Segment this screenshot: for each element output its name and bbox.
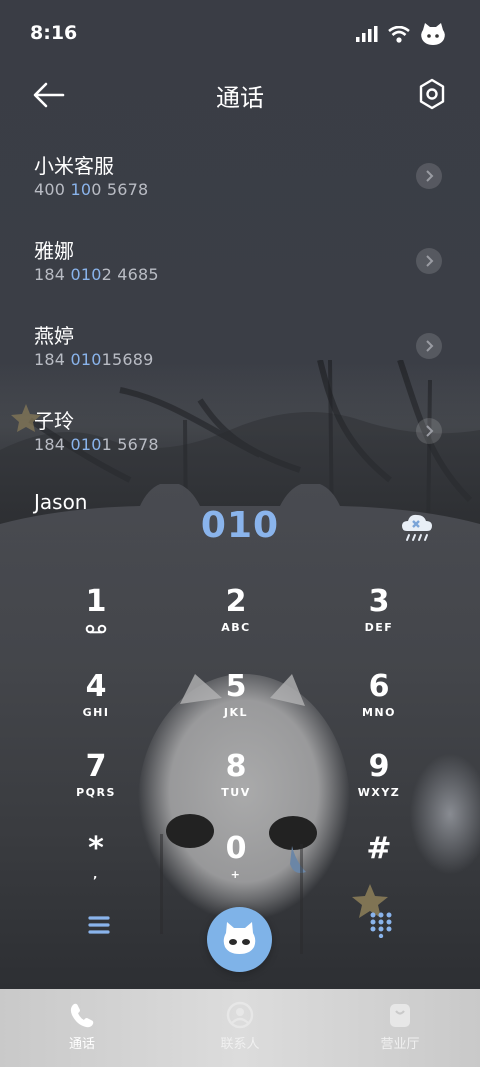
dial-key-star[interactable]: *, [36, 832, 156, 902]
cellular-signal-icon [356, 26, 378, 42]
contact-name: 雅娜 [34, 239, 74, 263]
rain-cloud-icon[interactable] [400, 511, 434, 545]
tab-label: 联系人 [220, 1037, 260, 1052]
status-bar: 8:16 [0, 0, 480, 68]
app-header: 通话 [0, 68, 480, 124]
contact-number: 400 100 5678 [34, 180, 149, 199]
status-time: 8:16 [30, 22, 78, 44]
dial-key-5[interactable]: 5 JKL [176, 670, 296, 740]
menu-icon[interactable] [86, 912, 112, 938]
tab-service-hall[interactable]: 营业厅 [320, 989, 480, 1067]
contact-name: 小米客服 [34, 154, 114, 178]
contact-row[interactable]: 雅娜 184 0102 4685 [0, 217, 480, 302]
phone-screen: 8:16 通话 小米客服 400 100 5678 雅娜 184 0102 46… [0, 0, 480, 1067]
tab-label: 营业厅 [380, 1037, 420, 1052]
bottom-navigation: 通话 联系人 营业厅 [0, 989, 480, 1067]
dial-key-3[interactable]: 3 DEF [319, 585, 439, 655]
tab-contacts[interactable]: 联系人 [160, 989, 320, 1067]
dial-key-7[interactable]: 7 PQRS [36, 750, 156, 820]
dial-key-1[interactable]: 1 [36, 585, 156, 655]
shopping-bag-icon [390, 1004, 410, 1027]
contact-number: 184 0101 5678 [34, 435, 159, 454]
tab-calls[interactable]: 通话 [2, 989, 162, 1067]
chevron-right-icon[interactable] [416, 418, 442, 444]
chevron-right-icon[interactable] [416, 163, 442, 189]
contact-number: 184 0102 4685 [34, 265, 159, 284]
settings-hexagon-icon[interactable] [418, 78, 446, 110]
dial-key-9[interactable]: 9 WXYZ [319, 750, 439, 820]
dial-key-8[interactable]: 8 TUV [176, 750, 296, 820]
chevron-right-icon[interactable] [416, 333, 442, 359]
contacts-person-icon [226, 1001, 254, 1029]
contact-row[interactable]: 子玲 184 0101 5678 [0, 387, 480, 472]
tab-label: 通话 [68, 1037, 95, 1052]
dial-key-4[interactable]: 4 GHI [36, 670, 156, 740]
contact-row[interactable]: 小米客服 400 100 5678 [0, 132, 480, 217]
wifi-icon [388, 25, 410, 43]
chevron-right-icon[interactable] [416, 248, 442, 274]
dial-key-2[interactable]: 2 ABC [176, 585, 296, 655]
dialpad-toggle-icon[interactable] [368, 910, 394, 938]
voicemail-icon [85, 624, 107, 634]
dial-key-hash[interactable]: # [319, 832, 439, 902]
dial-key-6[interactable]: 6 MNO [319, 670, 439, 740]
cat-battery-icon [421, 23, 445, 45]
dial-key-0[interactable]: 0 + [176, 832, 296, 902]
contact-row[interactable]: 燕婷 184 01015689 [0, 302, 480, 387]
contact-number: 184 01015689 [34, 350, 154, 369]
contact-name: 子玲 [34, 409, 74, 433]
page-title: 通话 [216, 84, 264, 112]
call-button[interactable] [207, 907, 272, 972]
cat-call-icon [223, 922, 256, 954]
phone-icon [70, 1003, 94, 1028]
contact-name: 燕婷 [34, 324, 74, 348]
